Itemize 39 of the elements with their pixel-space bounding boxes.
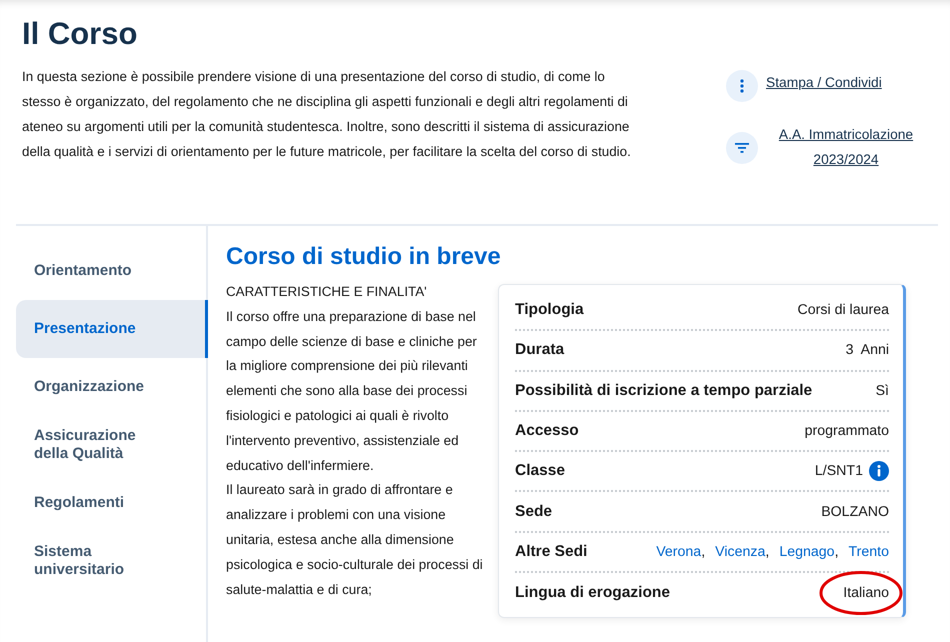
section-title: Corso di studio in breve	[226, 242, 502, 272]
location-link[interactable]: Trento	[848, 544, 889, 560]
row-label: Classe	[515, 462, 565, 480]
sidebar-item[interactable]: Regolamenti	[16, 474, 206, 532]
sidebar-item[interactable]: Sistema universitario	[16, 532, 206, 590]
row-value: 3 Anni	[846, 342, 889, 358]
separator: ,	[701, 544, 706, 560]
separator: ,	[765, 544, 770, 560]
row-label: Sede	[515, 502, 552, 521]
action-link[interactable]: Stampa / Condividi	[766, 70, 882, 95]
row-value: Sì	[876, 382, 889, 399]
location-link[interactable]: Verona	[656, 544, 702, 560]
body-paragraph: CARATTERISTICHE E FINALITA'	[226, 283, 428, 301]
row-label: Lingua di erogazione	[515, 584, 670, 602]
sidebar-item[interactable]: Presentazione	[16, 300, 208, 358]
row-label: Possibilità di iscrizione a tempo parziale	[515, 382, 812, 400]
row-label: Altre Sedi	[515, 542, 588, 561]
sidebar-item[interactable]: Organizzazione	[16, 358, 206, 416]
location-link[interactable]: Legnago	[779, 544, 835, 560]
row-value: Italiano	[843, 585, 889, 602]
filter-icon[interactable]	[726, 132, 758, 164]
row-label: Durata	[515, 341, 564, 360]
more-icon[interactable]	[726, 70, 758, 102]
location-link[interactable]: Vicenza	[715, 544, 766, 560]
row-value: programmato	[804, 423, 889, 440]
sidebar-item[interactable]: Assicurazione della Qualità	[16, 416, 206, 474]
row-value: L/SNT1	[814, 463, 863, 480]
separator: ,	[834, 544, 839, 560]
intro-paragraph: In questa sezione è possibile prendere visione di una presentazione del corso di studio, di come lo stesso è organizzato, del regolamento che ne disciplina gli aspetti funzionali e degli altri regolamenti di ateneo su argomenti utili per la comunità studentesca. Inoltre, sono descritti il sistema di assicurazione della qualità e i servizi di orientamento per le future matricole, per facilitare la scelta del corso di studio.	[22, 68, 632, 161]
page-title: Il Corso	[22, 15, 138, 53]
info-icon[interactable]	[869, 461, 889, 482]
row-label: Accesso	[515, 422, 579, 440]
action-link[interactable]: A.A. Immatricolazione 2023/2024	[766, 122, 926, 172]
sidebar-item[interactable]: Orientamento	[16, 242, 206, 300]
row-value: BOLZANO	[821, 504, 889, 520]
row-label: Tipologia	[515, 301, 584, 320]
body-paragraph: Il laureato sarà in grado di affrontare e analizzare i problemi con una visione unitaria, estesa anche alla dimensione psicologica e socio-culturale dei processi di salute-malattia e di cura;	[226, 481, 484, 599]
row-value: Corsi di laurea	[798, 302, 889, 318]
body-paragraph: Il corso offre una preparazione di base nel campo delle scienze di base e cliniche per la migliore comprensione dei più rilevanti elementi che sono alla base dei processi fisiologici e patologici ai quali è rivolto l'intervento preventivo, assistenziale ed educativo dell'infermiere.	[226, 308, 478, 475]
